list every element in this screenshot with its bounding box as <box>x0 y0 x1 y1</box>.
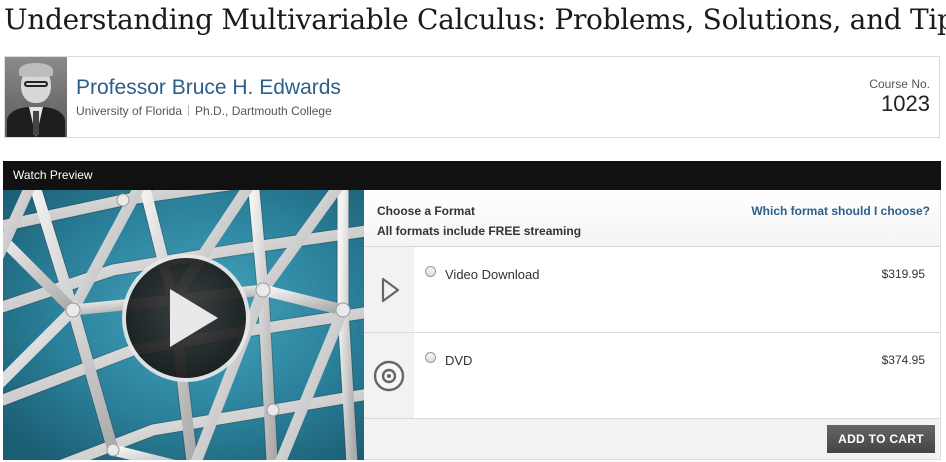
course-number: 1023 <box>881 91 930 116</box>
play-outline-icon <box>381 277 400 303</box>
dvd-label: DVD <box>445 353 473 368</box>
watch-preview-label: Watch Preview <box>13 168 93 182</box>
format-option-dvd[interactable]: DVD $374.95 <box>364 333 940 419</box>
format-title: Choose a Format <box>377 204 476 218</box>
video-download-radio[interactable] <box>425 266 436 277</box>
professor-affiliation: University of Florida <box>76 104 183 118</box>
format-subtitle: All formats include FREE streaming <box>377 224 582 238</box>
professor-degree: Ph.D., Dartmouth College <box>195 104 332 118</box>
dvd-price: $374.95 <box>881 353 925 367</box>
professor-name[interactable]: Professor Bruce H. Edwards <box>76 76 341 100</box>
format-option-video-download[interactable]: Video Download $319.95 <box>364 247 940 333</box>
format-header: Choose a Format All formats include FREE… <box>364 190 940 247</box>
format-help-link[interactable]: Which format should I choose? <box>751 204 930 218</box>
add-to-cart-button[interactable]: ADD TO CART <box>827 425 935 453</box>
video-preview[interactable] <box>3 190 364 460</box>
format-icon-column <box>364 247 414 332</box>
video-download-label: Video Download <box>445 267 540 282</box>
play-button-icon[interactable] <box>3 190 364 460</box>
format-icon-column <box>364 333 414 418</box>
dvd-radio[interactable] <box>425 352 436 363</box>
professor-credentials: University of Florida Ph.D., Dartmouth Co… <box>76 104 332 118</box>
professor-card: Professor Bruce H. Edwards University of… <box>4 56 940 138</box>
watch-preview-bar[interactable]: Watch Preview <box>3 161 941 190</box>
professor-avatar <box>5 57 67 137</box>
course-number-label: Course No. <box>869 77 930 91</box>
format-footer: ADD TO CART <box>364 419 940 459</box>
meta-divider <box>188 105 190 116</box>
course-title: Understanding Multivariable Calculus: Pr… <box>4 3 946 36</box>
video-download-price: $319.95 <box>881 267 925 281</box>
disc-icon <box>373 360 405 392</box>
format-panel: Choose a Format All formats include FREE… <box>364 190 941 460</box>
